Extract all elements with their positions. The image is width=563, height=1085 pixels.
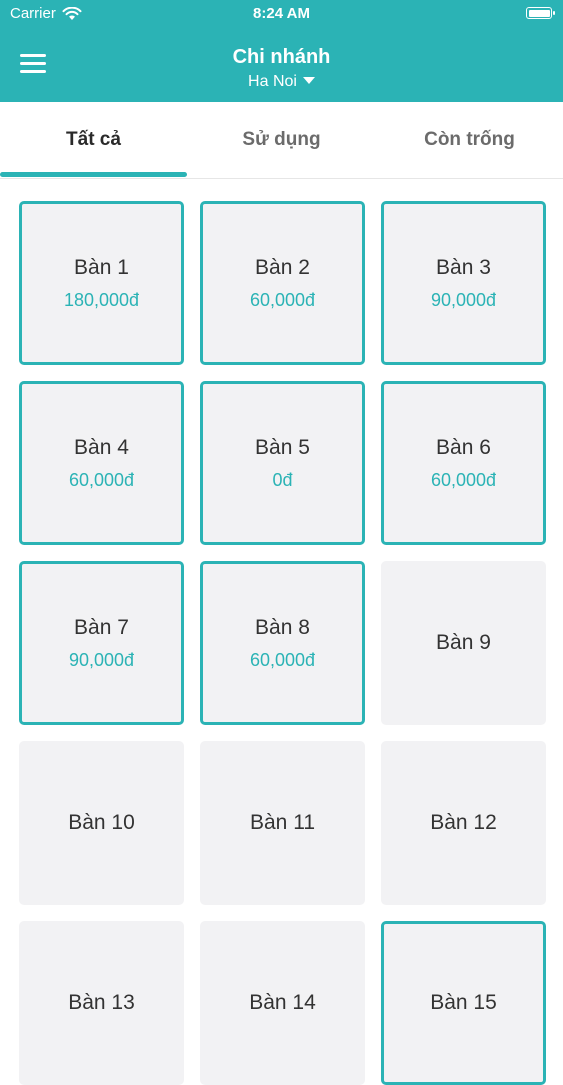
table-price: 90,000đ bbox=[68, 649, 135, 670]
table-tile[interactable]: Bàn 9 bbox=[381, 561, 546, 725]
table-price: 0đ bbox=[272, 469, 293, 490]
table-tile[interactable]: Bàn 2 60,000đ bbox=[200, 201, 365, 365]
branch-label: Ha Noi bbox=[248, 73, 297, 90]
table-tile[interactable]: Bàn 10 bbox=[19, 741, 184, 905]
table-price: 60,000đ bbox=[68, 469, 135, 490]
table-name: Bàn 7 bbox=[74, 615, 129, 639]
table-name: Bàn 1 bbox=[74, 255, 129, 279]
table-name: Bàn 11 bbox=[250, 811, 315, 834]
active-tab-indicator bbox=[0, 172, 187, 177]
table-grid: Bàn 1 180,000đ Bàn 2 60,000đ Bàn 3 90,000đ … bbox=[19, 201, 546, 1085]
table-tile[interactable]: Bàn 13 bbox=[19, 921, 184, 1085]
table-tile[interactable]: Bàn 5 0đ bbox=[200, 381, 365, 545]
tab-all[interactable]: Tất cả bbox=[0, 102, 187, 178]
table-tile[interactable]: Bàn 15 bbox=[381, 921, 546, 1085]
table-tile[interactable]: Bàn 14 bbox=[200, 921, 365, 1085]
page-title: Chi nhánh bbox=[232, 46, 331, 68]
table-name: Bàn 6 bbox=[436, 435, 491, 459]
table-tile[interactable]: Bàn 8 60,000đ bbox=[200, 561, 365, 725]
status-time: 8:24 AM bbox=[253, 5, 310, 22]
table-name: Bàn 8 bbox=[255, 615, 310, 639]
table-price: 60,000đ bbox=[249, 289, 316, 310]
app-header: Carrier 8:24 AM Chi nhánh Ha Noi bbox=[0, 0, 563, 102]
tab-bar: Tất cả Sử dụng Còn trống bbox=[0, 102, 563, 179]
tab-in-use[interactable]: Sử dụng bbox=[188, 102, 375, 178]
table-tile[interactable]: Bàn 11 bbox=[200, 741, 365, 905]
tab-available[interactable]: Còn trống bbox=[376, 102, 563, 178]
table-name: Bàn 14 bbox=[249, 991, 316, 1014]
table-tile[interactable]: Bàn 4 60,000đ bbox=[19, 381, 184, 545]
table-name: Bàn 2 bbox=[255, 255, 310, 279]
table-name: Bàn 12 bbox=[430, 811, 497, 834]
caret-down-icon bbox=[302, 77, 315, 84]
table-tile[interactable]: Bàn 1 180,000đ bbox=[19, 201, 184, 365]
table-tile[interactable]: Bàn 12 bbox=[381, 741, 546, 905]
table-price: 60,000đ bbox=[249, 649, 316, 670]
table-name: Bàn 10 bbox=[68, 811, 135, 834]
table-price: 180,000đ bbox=[63, 289, 140, 310]
table-name: Bàn 4 bbox=[74, 435, 129, 459]
table-price: 90,000đ bbox=[430, 289, 497, 310]
table-name: Bàn 5 bbox=[255, 435, 310, 459]
table-name: Bàn 15 bbox=[430, 991, 497, 1014]
battery-icon bbox=[526, 7, 555, 19]
table-name: Bàn 3 bbox=[436, 255, 491, 279]
table-tile[interactable]: Bàn 6 60,000đ bbox=[381, 381, 546, 545]
table-tile[interactable]: Bàn 7 90,000đ bbox=[19, 561, 184, 725]
status-bar: Carrier 8:24 AM bbox=[0, 0, 563, 28]
table-name: Bàn 13 bbox=[68, 991, 135, 1014]
branch-selector[interactable]: Ha Noi bbox=[0, 73, 563, 91]
table-tile[interactable]: Bàn 3 90,000đ bbox=[381, 201, 546, 365]
table-price: 60,000đ bbox=[430, 469, 497, 490]
table-name: Bàn 9 bbox=[436, 631, 491, 654]
